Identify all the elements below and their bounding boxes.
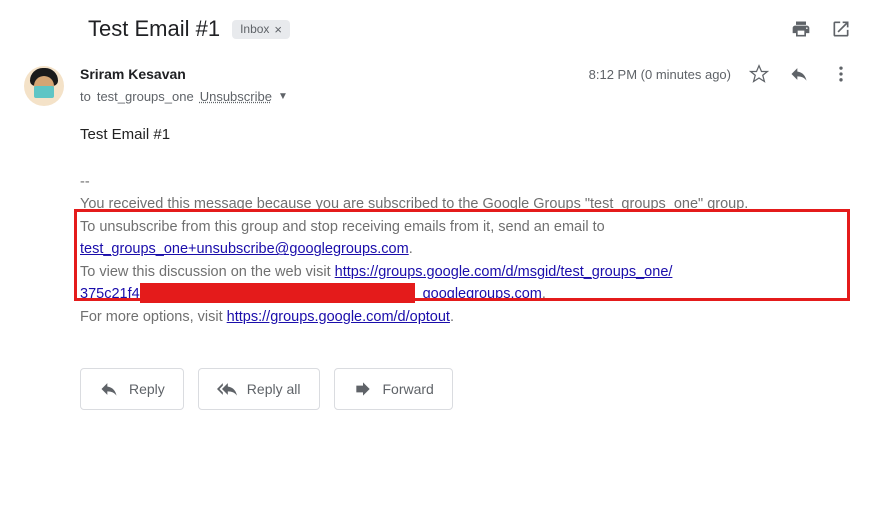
unsubscribe-link[interactable]: Unsubscribe	[200, 89, 272, 104]
print-icon[interactable]	[789, 17, 813, 41]
reply-all-label: Reply all	[247, 381, 301, 397]
inbox-label-chip[interactable]: Inbox ×	[232, 20, 290, 39]
details-dropdown-icon[interactable]: ▼	[278, 91, 288, 102]
open-new-window-icon[interactable]	[829, 17, 853, 41]
discussion-link[interactable]: https://groups.google.com/d/msgid/test_g…	[335, 264, 673, 280]
email-body: Test Email #1	[80, 126, 853, 143]
optout-link[interactable]: https://groups.google.com/d/optout	[227, 309, 450, 325]
email-subject: Test Email #1	[88, 16, 220, 42]
reply-button[interactable]: Reply	[80, 368, 184, 410]
forward-arrow-icon	[353, 379, 373, 399]
inbox-label-remove[interactable]: ×	[274, 22, 282, 37]
discussion-id-partial: 375c21f4-	[80, 286, 145, 302]
footer-line5: For more options, visit	[80, 309, 227, 325]
to-recipient: test_groups_one	[97, 89, 194, 104]
to-prefix: to	[80, 89, 91, 104]
reply-arrow-icon	[99, 379, 119, 399]
more-icon[interactable]	[829, 62, 853, 86]
timestamp: 8:12 PM (0 minutes ago)	[589, 67, 731, 82]
footer-line1: You received this message because you ar…	[80, 196, 748, 212]
separator: --	[80, 171, 853, 193]
footer-line3: To view this discussion on the web visit	[80, 264, 335, 280]
discussion-domain[interactable]: googlegroups.com	[423, 286, 542, 302]
forward-label: Forward	[383, 381, 434, 397]
sender-name: Sriram Kesavan	[80, 66, 186, 82]
unsubscribe-email-link[interactable]: test_groups_one+unsubscribe@googlegroups…	[80, 241, 409, 257]
inbox-label-text: Inbox	[240, 22, 269, 36]
reply-all-arrow-icon	[217, 379, 237, 399]
avatar[interactable]	[24, 66, 64, 106]
reply-all-button[interactable]: Reply all	[198, 368, 320, 410]
footer-line2: To unsubscribe from this group and stop …	[80, 219, 605, 235]
reply-icon[interactable]	[787, 62, 811, 86]
redaction-bar	[140, 283, 415, 303]
forward-button[interactable]: Forward	[334, 368, 453, 410]
email-footer: -- You received this message because you…	[80, 171, 853, 328]
reply-label: Reply	[129, 381, 165, 397]
star-icon[interactable]	[749, 64, 769, 84]
